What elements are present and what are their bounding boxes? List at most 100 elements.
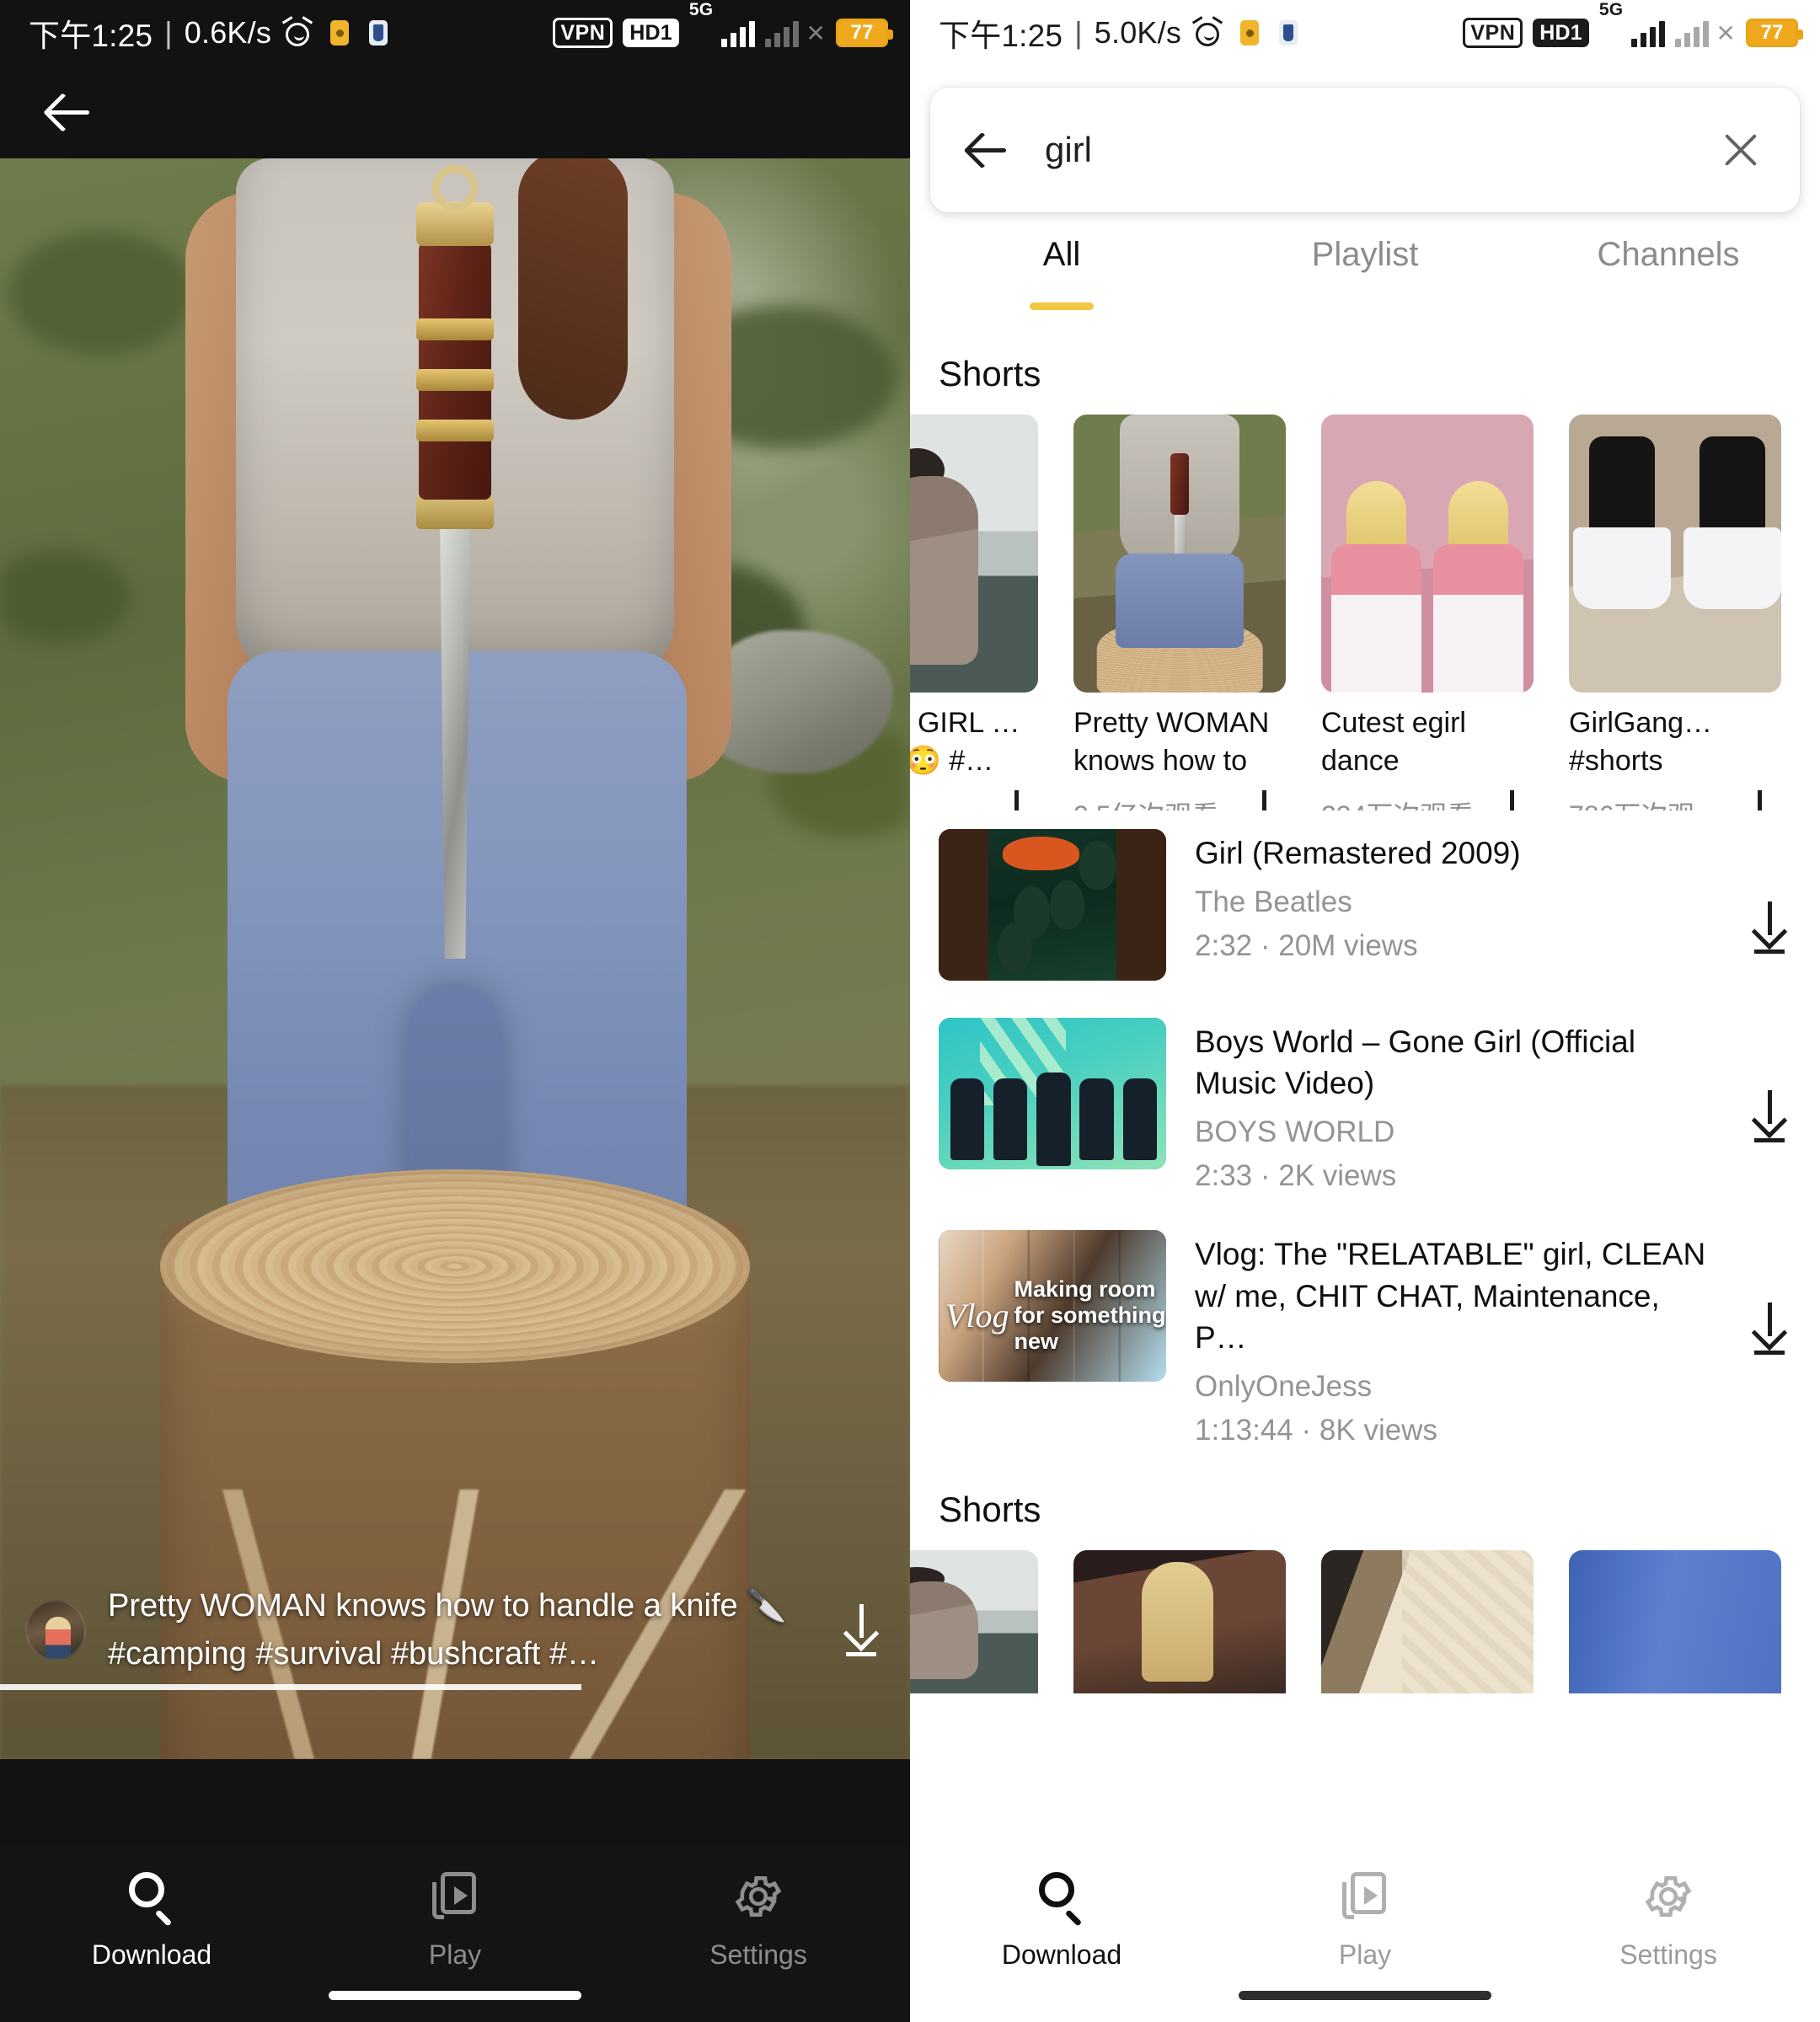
- status-separator: |: [1074, 15, 1083, 50]
- back-arrow-icon[interactable]: [966, 128, 1009, 172]
- short-thumbnail: [910, 415, 1038, 693]
- download-icon[interactable]: [838, 1604, 885, 1656]
- short-card[interactable]: Pretty WOMAN knows how to handl… 2.5亿次观看: [1073, 415, 1286, 810]
- search-icon: [126, 1870, 178, 1927]
- video-channel: BOYS WORLD: [1195, 1115, 1395, 1149]
- tab-label-all: All: [1042, 236, 1081, 273]
- download-icon[interactable]: [1746, 1303, 1795, 1356]
- tab-download-left[interactable]: Download: [0, 1870, 303, 1971]
- short-title: GirlGang… #shorts: [1569, 707, 1713, 777]
- short-card[interactable]: …EST GIRL …ORLD😳 #… …看: [910, 415, 1038, 810]
- tab-settings-left[interactable]: Settings: [607, 1870, 910, 1971]
- short-thumbnail[interactable]: [910, 1550, 1038, 1694]
- video-duration: 2:33: [1195, 1159, 1253, 1193]
- status-bar-right-group: VPN HD1 5G ✕ 77: [553, 0, 893, 66]
- shorts-carousel-bottom[interactable]: [910, 1550, 1820, 1694]
- signal-strength-icon: [721, 19, 756, 47]
- hd1-badge: HD1: [623, 18, 679, 48]
- signal-secondary-icon: [765, 19, 800, 47]
- short-meta-row: 2.5亿次观看: [1073, 790, 1286, 810]
- battery-icon: 77: [836, 19, 893, 47]
- search-bar-container: [910, 66, 1820, 224]
- tab-channels[interactable]: Channels: [1517, 224, 1820, 317]
- tab-label-play: Play: [1338, 1939, 1392, 1970]
- meta-separator: ·: [1260, 929, 1271, 963]
- tab-label-download: Download: [1001, 1939, 1122, 1970]
- download-icon[interactable]: [1739, 790, 1781, 810]
- short-card[interactable]: GirlGang… #shorts 786万次观…: [1569, 415, 1781, 810]
- short-meta-row: …看: [910, 790, 1038, 810]
- search-input[interactable]: [1045, 130, 1682, 170]
- section-title-shorts-top: Shorts: [939, 354, 1041, 393]
- status-time: 下午1:25: [29, 19, 153, 53]
- video-channel: OnlyOneJess: [1195, 1370, 1373, 1404]
- result-tabs: All Playlist Channels: [910, 224, 1820, 317]
- back-arrow-icon[interactable]: [46, 88, 93, 136]
- section-title-shorts-bottom: Shorts: [939, 1490, 1041, 1530]
- short-title: Cutest egirl dance: [1321, 707, 1466, 777]
- hd1-badge: HD1: [1533, 18, 1589, 48]
- status-bar-left: 下午1:25 | 0.6K/s VPN HD1 5G ✕ 77: [0, 0, 910, 66]
- download-icon[interactable]: [1746, 901, 1795, 954]
- short-meta-row: 786万次观…: [1569, 790, 1781, 810]
- short-thumbnail[interactable]: [1321, 1550, 1534, 1694]
- tab-playlist[interactable]: Playlist: [1213, 224, 1517, 317]
- download-icon[interactable]: [1491, 790, 1534, 810]
- download-icon[interactable]: [996, 790, 1038, 810]
- short-thumbnail: [1569, 415, 1781, 693]
- home-indicator-right: [1239, 1991, 1491, 2000]
- short-views: 786万次观…: [1569, 794, 1721, 810]
- thumbnail-overlay-script: Vlog: [945, 1296, 1009, 1335]
- tab-label-settings: Settings: [1619, 1939, 1717, 1970]
- tab-label-playlist: Playlist: [1311, 236, 1419, 273]
- video-meta: 2:33 · 2K views: [1195, 1159, 1717, 1193]
- video-info: Vlog: The "RELATABLE" girl, CLEAN w/ me,…: [1195, 1230, 1717, 1447]
- short-thumbnail[interactable]: [1569, 1550, 1781, 1694]
- battery-icon: 77: [1746, 19, 1803, 47]
- tab-all[interactable]: All: [910, 224, 1213, 317]
- video-thumbnail: [939, 829, 1166, 981]
- download-icon[interactable]: [1244, 790, 1286, 810]
- short-thumbnail: [1321, 415, 1534, 693]
- video-views: 20M views: [1278, 929, 1418, 963]
- app-icon: [1279, 20, 1298, 45]
- short-thumbnail[interactable]: [1073, 1550, 1286, 1694]
- gear-icon: [1642, 1870, 1694, 1923]
- tab-settings-right[interactable]: Settings: [1517, 1870, 1820, 1971]
- download-icon[interactable]: [1746, 1090, 1795, 1142]
- video-title: Girl (Remastered 2009): [1195, 836, 1521, 870]
- video-info: Girl (Remastered 2009) The Beatles 2:32 …: [1195, 829, 1717, 963]
- status-bar-right-group-right: VPN HD1 5G ✕ 77: [1463, 0, 1803, 66]
- search-bar[interactable]: [930, 88, 1800, 212]
- video-views: 8K views: [1319, 1414, 1437, 1447]
- status-network-speed: 5.0K/s: [1094, 15, 1182, 50]
- network-type-label: 5G: [688, 0, 714, 19]
- status-network-speed: 0.6K/s: [184, 15, 272, 50]
- left-nav-bar: [0, 66, 910, 158]
- app-icon: [369, 20, 388, 45]
- left-panel-video-player: 下午1:25 | 0.6K/s VPN HD1 5G ✕ 77 Pretty W…: [0, 0, 910, 2022]
- scroll-progress-indicator: [0, 1684, 581, 1690]
- thumbnail-overlay-text: Making room for something new: [1014, 1276, 1166, 1354]
- signal-strength-icon: [1631, 19, 1666, 47]
- short-card[interactable]: Cutest egirl dance 234万次观看: [1321, 415, 1534, 810]
- video-result-row[interactable]: Girl (Remastered 2009) The Beatles 2:32 …: [910, 810, 1820, 999]
- avatar[interactable]: [25, 1600, 86, 1661]
- tab-download-right[interactable]: Download: [910, 1870, 1213, 1971]
- gear-icon: [732, 1870, 784, 1923]
- shorts-carousel[interactable]: …EST GIRL …ORLD😳 #… …看 Pretty WOMAN know…: [910, 415, 1820, 810]
- close-icon[interactable]: [1717, 126, 1764, 174]
- video-caption: Pretty WOMAN knows how to handle a knife…: [108, 1588, 787, 1672]
- short-title: Pretty WOMAN knows how to handl…: [1073, 707, 1270, 777]
- tab-play-right[interactable]: Play: [1213, 1870, 1517, 1971]
- video-result-row[interactable]: Vlog Making room for something new Vlog:…: [910, 1212, 1820, 1466]
- video-result-row[interactable]: Boys World – Gone Girl (Official Music V…: [910, 999, 1820, 1212]
- video-channel: The Beatles: [1195, 885, 1352, 919]
- tab-play-left[interactable]: Play: [303, 1870, 607, 1971]
- video-stage[interactable]: Pretty WOMAN knows how to handle a knife…: [0, 158, 910, 1759]
- right-panel-search-results: 下午1:25 | 5.0K/s VPN HD1 5G ✕ 77 girl All…: [910, 0, 1820, 2022]
- short-thumbnail: [1073, 415, 1286, 693]
- dual-screenshot-container: 下午1:25 | 0.6K/s VPN HD1 5G ✕ 77 Pretty W…: [0, 0, 1820, 2022]
- video-thumbnail: Vlog Making room for something new: [939, 1230, 1166, 1383]
- video-meta: 2:32 · 20M views: [1195, 929, 1717, 963]
